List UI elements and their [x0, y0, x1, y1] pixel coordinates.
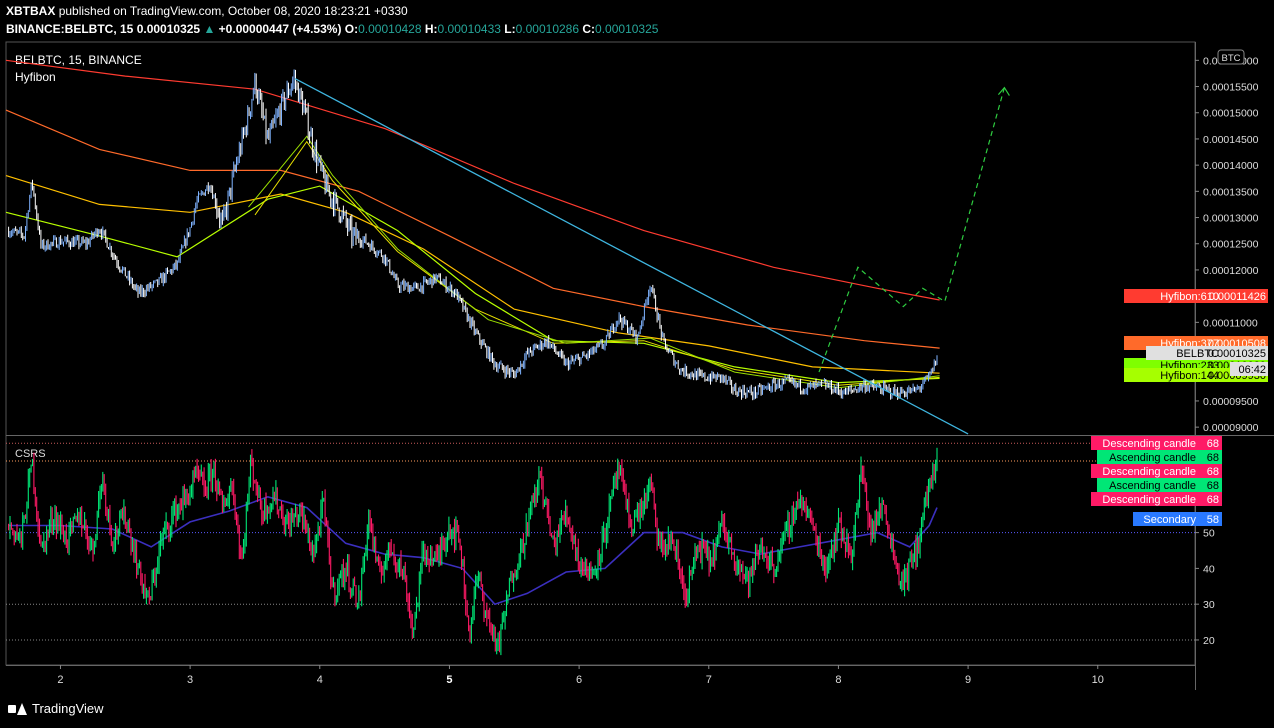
csrs-label-tag: Ascending candle 68: [1097, 450, 1222, 464]
time-tick-label: 7: [706, 674, 712, 686]
ma-value-tag-1: Hyfibon:6100.00011426: [1124, 289, 1268, 303]
indicator-name: Hyfibon: [15, 70, 56, 84]
price-tick-label: 0.00014000: [1203, 160, 1259, 172]
price-tick-label: 0.00014500: [1203, 134, 1259, 146]
csrs-label-value: 68: [1207, 438, 1219, 450]
countdown-label: 06:42: [1238, 364, 1266, 376]
csrs-label-name: Descending candle: [1102, 466, 1196, 478]
price-tick-label: 0.00009000: [1203, 422, 1259, 434]
ma-line-1: [5, 59, 940, 301]
csrs-label-name: Descending candle: [1102, 494, 1196, 506]
csrs-pane[interactable]: CSRS: [6, 442, 1195, 656]
csrs-label-name: Ascending candle: [1109, 480, 1196, 492]
csrs-label-tag: Descending candle 68: [1091, 492, 1222, 506]
csrs-label-value: 68: [1207, 494, 1219, 506]
time-tick-label: 5: [446, 674, 452, 686]
time-tick-label: 10: [1092, 674, 1104, 686]
footer: [0, 696, 1274, 728]
csrs-label-value: 68: [1207, 480, 1219, 492]
csrs-label-name: Ascending candle: [1109, 452, 1196, 464]
csrs-tick-label: 40: [1203, 563, 1215, 575]
price-pane[interactable]: BELBTC, 15, BINANCE Hyfibon: [5, 53, 1010, 435]
ma-value-tag-1-value: 0.00011426: [1209, 291, 1266, 303]
trendline: [294, 78, 969, 435]
time-tick-label: 3: [187, 674, 193, 686]
csrs-label-value: 68: [1207, 452, 1219, 464]
last-price-tag: BELBTC0.00010325: [1146, 346, 1268, 360]
ma-line-4: [5, 185, 940, 384]
price-tick-label: 0.00013500: [1203, 186, 1259, 198]
csrs-label-name: Secondary: [1143, 514, 1196, 526]
plot-border: [5, 41, 1196, 666]
ma-line-3: [5, 175, 940, 374]
tradingview-icon: [8, 702, 27, 715]
time-tick-label: 4: [317, 674, 323, 686]
csrs-tick-label: 20: [1203, 635, 1215, 647]
secondary-line: [8, 495, 938, 606]
currency-badge: BTC: [1217, 49, 1245, 65]
price-tick-label: 0.00015000: [1203, 108, 1259, 120]
csrs-label-tag: Secondary 58: [1133, 512, 1222, 526]
chart-canvas[interactable]: BELBTC, 15, BINANCE Hyfibon CSRS 0.000090…: [0, 0, 1274, 696]
csrs-label-tag: Ascending candle 68: [1097, 478, 1222, 492]
chart-frame: [5, 41, 1274, 690]
last-price-tag-value: 0.00010325: [1208, 348, 1266, 360]
csrs-label-tag: Descending candle 68: [1091, 436, 1222, 450]
time-tick-label: 6: [576, 674, 582, 686]
time-tick-label: 2: [57, 674, 63, 686]
time-tick-label: 8: [835, 674, 841, 686]
csrs-label-tag: Descending candle 68: [1091, 464, 1222, 478]
csrs-candles: [8, 447, 938, 656]
countdown-tag: 06:42: [1230, 362, 1268, 376]
candles: [8, 69, 938, 401]
csrs-label-value: 58: [1207, 514, 1219, 526]
csrs-label-name: Descending candle: [1102, 438, 1196, 450]
price-tick-label: 0.00011000: [1203, 317, 1258, 329]
csrs-tick-label: 50: [1203, 528, 1215, 540]
tradingview-logo[interactable]: TradingView: [8, 701, 104, 716]
csrs-label-value: 68: [1207, 466, 1219, 478]
price-tick-label: 0.00009500: [1203, 396, 1259, 408]
brand-name: TradingView: [32, 701, 104, 716]
csrs-tick-label: 30: [1203, 599, 1215, 611]
ema-line-extra-1: [254, 140, 940, 386]
time-tick-label: 9: [965, 674, 971, 686]
price-tick-label: 0.00015500: [1203, 82, 1259, 94]
price-tick-label: 0.00013000: [1203, 213, 1259, 225]
price-tick-label: 0.00012500: [1203, 239, 1259, 251]
symbol-title: BELBTC, 15, BINANCE: [15, 53, 142, 67]
ma-line-2: [5, 109, 940, 349]
projection-path: [818, 87, 1005, 373]
csrs-title: CSRS: [15, 448, 46, 460]
axes: 0.000090000.000095000.000100000.00010500…: [57, 49, 1259, 686]
currency-label: BTC: [1222, 53, 1241, 64]
price-tick-label: 0.00012000: [1203, 265, 1259, 277]
